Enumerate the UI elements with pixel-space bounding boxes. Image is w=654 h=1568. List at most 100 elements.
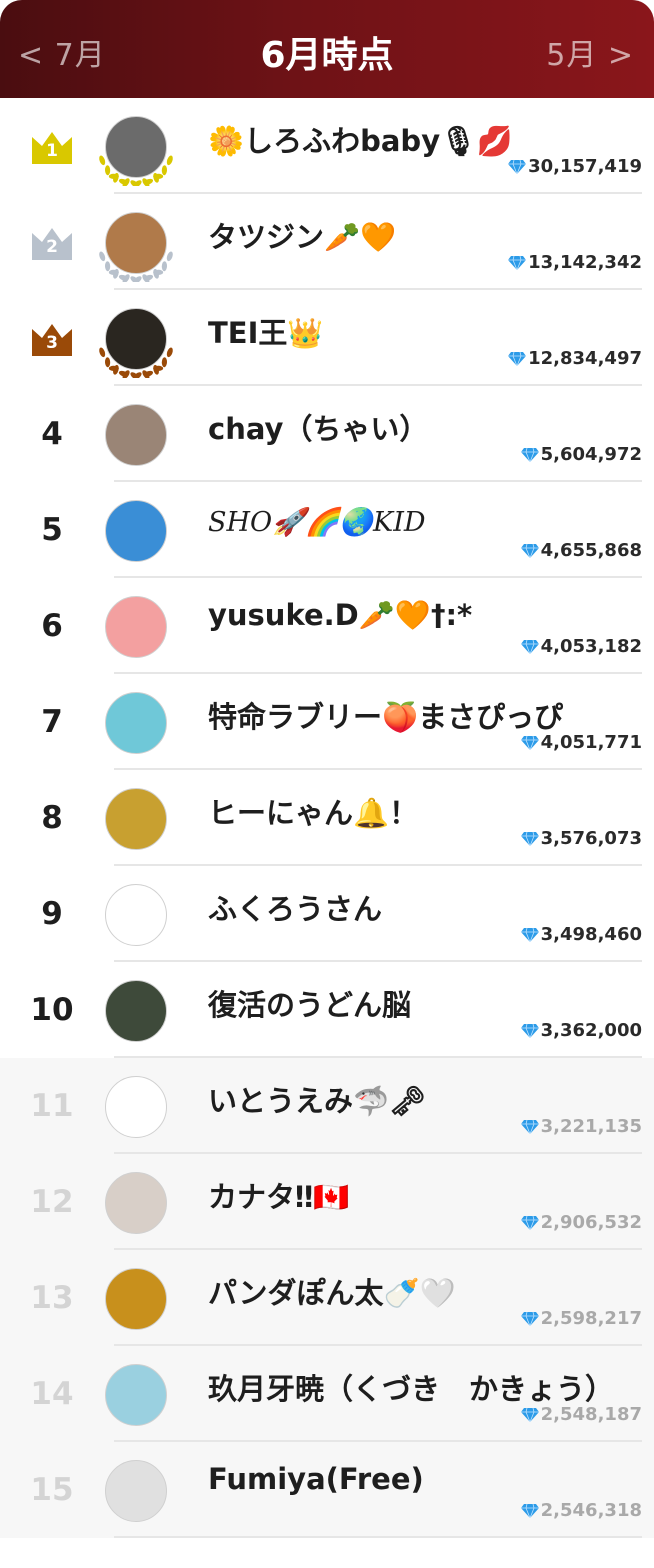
user-name[interactable]: Fumiya(Free) [208,1462,424,1496]
diamond-icon [520,1311,539,1326]
diamond-score: 2,546,318 [520,1500,642,1521]
user-avatar[interactable] [105,1460,167,1522]
diamond-icon [520,1119,539,1134]
ranking-row[interactable]: 3 TEI王👑 12,834,497 [0,290,654,386]
rank-number: 15 [30,1472,74,1508]
rank-number: 10 [30,992,74,1028]
user-avatar[interactable] [105,1076,167,1138]
ranking-row[interactable]: 7 特命ラブリー🍑まさぴっぴ 4,051,771 [0,674,654,770]
diamond-icon [520,1503,539,1518]
user-avatar[interactable] [105,1364,167,1426]
score-value: 4,051,771 [540,732,642,753]
user-name[interactable]: パンダぽん太🍼🤍 [208,1270,456,1312]
diamond-score: 2,548,187 [520,1404,642,1425]
score-value: 30,157,419 [528,156,642,177]
score-value: 2,546,318 [540,1500,642,1521]
ranking-row[interactable]: 11 いとうえみ🦈🗝 3,221,135 [0,1058,654,1154]
rank-number: 6 [41,608,63,644]
user-name[interactable]: ヒーにゃん🔔！ [208,790,418,832]
user-avatar[interactable] [105,980,167,1042]
ranking-row[interactable]: 15 Fumiya(Free) 2,546,318 [0,1442,654,1538]
user-avatar[interactable] [105,1268,167,1330]
user-name[interactable]: TEI王👑 [208,310,324,352]
diamond-icon [520,543,539,558]
user-avatar[interactable] [105,692,167,754]
next-month-button[interactable]: 5月 > [546,30,634,74]
user-avatar[interactable] [105,596,167,658]
score-value: 12,834,497 [528,348,642,369]
score-value: 3,498,460 [540,924,642,945]
diamond-score: 2,598,217 [520,1308,642,1329]
ranking-row[interactable]: 1 🌼しろふわbaby🎙💋 30,157,419 [0,98,654,194]
score-value: 3,362,000 [540,1020,642,1041]
user-name[interactable]: 玖月牙暁（くづき かきょう） [208,1366,614,1408]
rank-number: 11 [30,1088,74,1124]
rank-number: 12 [30,1184,74,1220]
rank-number: 9 [41,896,63,932]
ranking-list: 1 🌼しろふわbaby🎙💋 30,157,419 2 タツジン🥕🧡 13,142… [0,98,654,1538]
diamond-icon [520,447,539,462]
score-value: 3,221,135 [540,1116,642,1137]
user-name[interactable]: 🌼しろふわbaby🎙💋 [208,118,513,160]
user-avatar[interactable] [105,212,167,274]
user-avatar[interactable] [105,500,167,562]
user-name[interactable]: タツジン🥕🧡 [208,214,396,256]
diamond-icon [508,255,527,270]
diamond-icon [520,831,539,846]
diamond-icon [520,735,539,750]
user-avatar[interactable] [105,116,167,178]
diamond-score: 5,604,972 [520,444,642,465]
score-value: 5,604,972 [540,444,642,465]
crown-silver-icon: 2 [31,224,73,260]
user-name[interactable]: SHO🚀🌈🌏KID [208,506,426,538]
score-value: 2,906,532 [540,1212,642,1233]
user-name[interactable]: chay（ちゃい） [208,406,428,448]
rank-number: 2 [46,237,58,257]
score-value: 4,053,182 [540,636,642,657]
ranking-row[interactable]: 10 復活のうどん脳 3,362,000 [0,962,654,1058]
user-avatar[interactable] [105,308,167,370]
diamond-icon [508,159,527,174]
diamond-icon [520,1023,539,1038]
diamond-score: 2,906,532 [520,1212,642,1233]
ranking-row[interactable]: 8 ヒーにゃん🔔！ 3,576,073 [0,770,654,866]
user-name[interactable]: 復活のうどん脳 [208,982,411,1024]
diamond-icon [520,1215,539,1230]
score-value: 13,142,342 [528,252,642,273]
ranking-row[interactable]: 14 玖月牙暁（くづき かきょう） 2,548,187 [0,1346,654,1442]
rank-number: 1 [46,141,58,161]
user-name[interactable]: 特命ラブリー🍑まさぴっぴ [208,694,563,736]
user-name[interactable]: yusuke.D🥕🧡†:* [208,598,472,633]
rank-number: 13 [30,1280,74,1316]
diamond-score: 3,498,460 [520,924,642,945]
user-avatar[interactable] [105,788,167,850]
score-value: 3,576,073 [540,828,642,849]
user-avatar[interactable] [105,884,167,946]
diamond-score: 4,655,868 [520,540,642,561]
diamond-icon [520,1407,539,1422]
ranking-row[interactable]: 12 カナタ‼🇨🇦 2,906,532 [0,1154,654,1250]
diamond-score: 4,053,182 [520,636,642,657]
diamond-score: 3,576,073 [520,828,642,849]
crown-gold-icon: 1 [31,128,73,164]
row-divider [114,1536,642,1538]
ranking-row[interactable]: 2 タツジン🥕🧡 13,142,342 [0,194,654,290]
rank-number: 14 [30,1376,74,1412]
diamond-icon [520,639,539,654]
month-header: < 7月 6月時点 5月 > [0,0,654,98]
ranking-row[interactable]: 6 yusuke.D🥕🧡†:* 4,053,182 [0,578,654,674]
ranking-row[interactable]: 5 SHO🚀🌈🌏KID 4,655,868 [0,482,654,578]
user-name[interactable]: カナタ‼🇨🇦 [208,1174,349,1216]
rank-number: 5 [41,512,63,548]
diamond-icon [520,927,539,942]
user-name[interactable]: ふくろうさん [208,886,382,928]
diamond-score: 4,051,771 [520,732,642,753]
user-avatar[interactable] [105,404,167,466]
ranking-row[interactable]: 4 chay（ちゃい） 5,604,972 [0,386,654,482]
rank-number: 7 [41,704,63,740]
user-name[interactable]: いとうえみ🦈🗝 [208,1078,426,1120]
user-avatar[interactable] [105,1172,167,1234]
crown-bronze-icon: 3 [31,320,73,356]
ranking-row[interactable]: 13 パンダぽん太🍼🤍 2,598,217 [0,1250,654,1346]
ranking-row[interactable]: 9 ふくろうさん 3,498,460 [0,866,654,962]
